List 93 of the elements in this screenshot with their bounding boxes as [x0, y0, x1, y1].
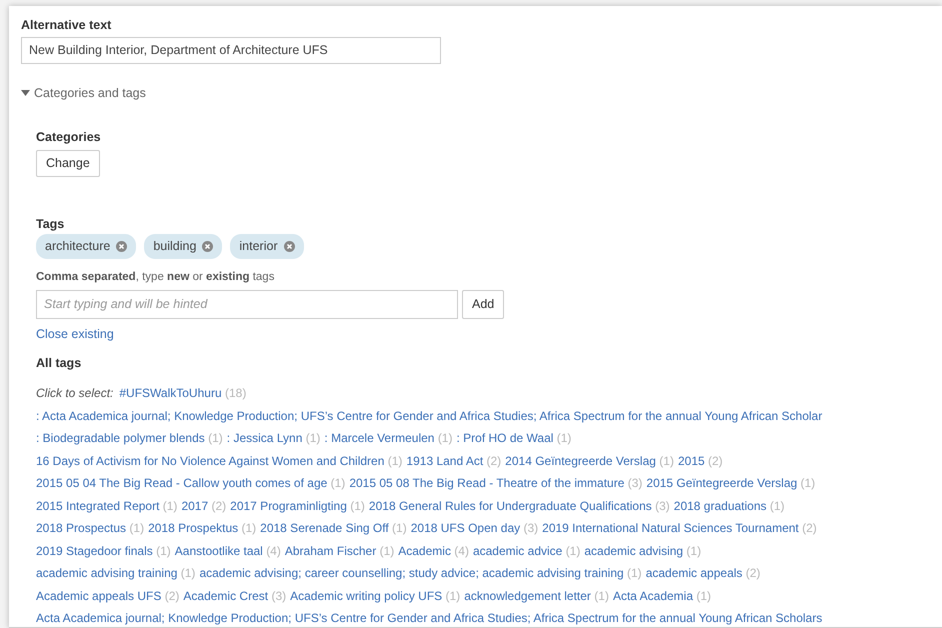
tag-count: (1)	[330, 476, 346, 490]
tag-count: (1)	[770, 498, 785, 513]
close-existing-link[interactable]: Close existing	[36, 324, 114, 344]
tag-link[interactable]: 2017	[181, 498, 208, 513]
tag-count: (1)	[627, 566, 642, 580]
tag-count: (1)	[594, 588, 609, 603]
tag-chip: building	[144, 234, 222, 258]
tag-link[interactable]: academic advising training	[36, 566, 178, 580]
tag-link[interactable]: : Marcele Vermeulen	[324, 431, 434, 446]
tag-link[interactable]: 2015	[678, 454, 705, 468]
remove-icon[interactable]	[202, 240, 214, 252]
remove-icon[interactable]	[116, 240, 128, 252]
tag-count: (1)	[388, 454, 402, 468]
tag-link[interactable]: #UFSWalkToUhuru	[119, 386, 222, 400]
alt-text-field[interactable]: New Building Interior, Department of Architecture UFS	[21, 36, 441, 64]
tag-link[interactable]: Acta Academia	[612, 588, 693, 603]
tag-link[interactable]: 2018 Prospectus	[36, 521, 126, 536]
add-button[interactable]: Add	[462, 290, 504, 319]
tag-count: (1)	[306, 431, 320, 446]
tag-chip: interior	[230, 234, 304, 258]
tag-count: (1)	[392, 521, 407, 536]
tag-count: (1)	[180, 566, 196, 580]
tag-link[interactable]: 16 Days of Activism for No Violence Against Women and Children	[36, 454, 384, 468]
field-label: Categories	[36, 128, 102, 146]
tag-link[interactable]: 2017 Programinligting	[230, 498, 347, 513]
tag-count: (1)	[438, 431, 452, 446]
tag-link[interactable]: Academic writing policy UFS	[290, 588, 442, 603]
tag-count: (3)	[523, 521, 538, 536]
tag-link[interactable]: academic advice	[472, 544, 562, 558]
tag-count: (4)	[454, 544, 469, 558]
tag-link[interactable]: : Biodegradable polymer blends	[36, 431, 205, 446]
tag-link[interactable]: 2014 Geïntegreerde Verslag	[505, 454, 656, 468]
tag-count: (1)	[696, 588, 712, 603]
tag-link[interactable]: Academic	[398, 544, 451, 558]
tag-link[interactable]: academic advising	[584, 544, 684, 558]
tag-link[interactable]: acknowledgement letter	[464, 588, 591, 603]
remove-icon[interactable]	[284, 240, 295, 252]
tag-link[interactable]: : Jessica Lynn	[226, 431, 302, 446]
tag-count: (3)	[628, 476, 642, 490]
tag-count: (1)	[162, 498, 178, 513]
tag-count: (1)	[129, 521, 144, 536]
tag-count: (2)	[746, 566, 760, 580]
tag-count: (1)	[556, 431, 572, 446]
tag-link[interactable]: 1913 Land Act	[406, 454, 484, 468]
tag-link[interactable]: 2015 Geïntegreerde Verslag	[646, 476, 798, 490]
tag-count: (2)	[211, 498, 226, 513]
tag-link[interactable]: 2018 Prospektus	[148, 521, 238, 536]
tag-count: (1)	[686, 544, 702, 558]
caret-down-icon[interactable]	[21, 90, 30, 96]
tag-count: (1)	[241, 521, 256, 536]
tag-link[interactable]: : Prof HO de Waal	[456, 431, 554, 446]
tag-link[interactable]: 2018 General Rules for Undergraduate Qualifications	[368, 498, 652, 513]
tag-count: (4)	[266, 544, 281, 558]
tag-count: (2)	[802, 521, 817, 536]
change-button[interactable]: Change	[36, 150, 100, 177]
tag-count: (2)	[486, 454, 502, 468]
tag-link[interactable]: 2015 Integrated Report	[36, 498, 160, 513]
tag-link[interactable]: academic appeals	[646, 566, 742, 580]
tag-link[interactable]: academic advising; career counselling; study advice; academic advising training	[199, 566, 624, 580]
hint-text: Comma separated, type new or existing tags	[36, 270, 276, 284]
tag-link[interactable]: Abraham Fischer	[284, 544, 376, 558]
field-label: All tags	[36, 354, 82, 372]
tag-count: (3)	[271, 588, 286, 603]
tag-count: (1)	[566, 544, 580, 558]
tag-input[interactable]: Start typing and will be hinted	[36, 290, 458, 319]
tag-link[interactable]: Academic appeals UFS	[36, 588, 162, 603]
tag-chip: architecture	[36, 234, 136, 258]
tag-link[interactable]: 2019 International Natural Sciences Tournament	[542, 521, 799, 536]
tag-link[interactable]: Acta Academica journal; Knowledge Production; UFS’s Centre for Gender and Africa Studies; Africa Spectrum for the annual Young African Scholars	[36, 611, 822, 626]
tag-link[interactable]: Aanstootlike taal	[174, 544, 263, 558]
field-label: Tags	[36, 216, 66, 233]
tag-count: (2)	[708, 454, 723, 468]
tag-count: (1)	[446, 588, 460, 603]
tag-count: (3)	[655, 498, 670, 513]
tag-link[interactable]: : Acta Academica journal; Knowledge Production; UFS’s Centre for Gender and Africa Studies; Africa Spectrum for the annual Young African Scholar	[36, 408, 822, 423]
tag-link[interactable]: 2018 UFS Open day	[410, 521, 520, 536]
tag-count: (18)	[224, 386, 246, 400]
tag-count: (1)	[208, 431, 223, 446]
tag-count: (2)	[164, 588, 180, 603]
tag-count: (1)	[659, 454, 674, 468]
tag-link[interactable]: Academic Crest	[183, 588, 268, 603]
tag-count: (1)	[380, 544, 394, 558]
tag-link[interactable]: 2019 Stagedoor finals	[36, 544, 153, 558]
tag-count: (1)	[156, 544, 171, 558]
tag-count: (1)	[350, 498, 365, 513]
tag-link[interactable]: 2015 05 04 The Big Read - Callow youth comes of age	[36, 476, 328, 490]
section-toggle[interactable]: Categories and tags	[34, 84, 146, 102]
prompt-text: Click to select:	[36, 386, 114, 400]
tag-link[interactable]: 2015 05 08 The Big Read - Theatre of the immature	[349, 476, 624, 490]
tag-count: (1)	[800, 476, 816, 490]
field-label: Alternative text	[21, 17, 112, 34]
tag-link[interactable]: 2018 Serenade Sing Off	[260, 521, 389, 536]
tag-link[interactable]: 2018 graduations	[674, 498, 767, 513]
